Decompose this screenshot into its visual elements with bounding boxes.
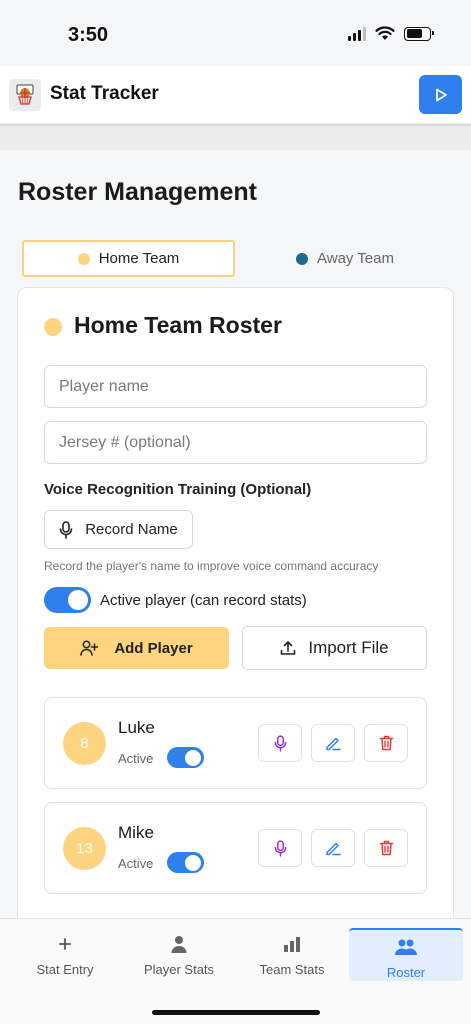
player-card: 13 Mike Active xyxy=(44,802,427,894)
status-time: 3:50 xyxy=(68,24,109,46)
delete-player-button[interactable] xyxy=(364,829,408,867)
nav-roster[interactable]: Roster xyxy=(349,928,463,981)
pencil-icon xyxy=(326,842,341,856)
active-player-label: Active player (can record stats) xyxy=(100,592,307,609)
people-icon xyxy=(395,937,417,957)
wifi-icon xyxy=(375,26,395,40)
record-name-label: Record Name xyxy=(85,521,178,538)
person-icon xyxy=(171,934,187,954)
player-name: Mike xyxy=(118,823,154,842)
tab-away-team-label: Away Team xyxy=(317,250,394,267)
player-status: Active xyxy=(118,856,154,871)
active-player-toggle[interactable] xyxy=(44,587,91,613)
microphone-icon xyxy=(59,520,73,539)
bar-chart-icon xyxy=(283,934,301,954)
nav-label: Player Stats xyxy=(143,962,215,977)
home-team-dot xyxy=(77,252,90,265)
roster-title: Home Team Roster xyxy=(74,312,282,338)
status-bar: 3:50 xyxy=(0,0,471,66)
basketball-hoop-icon xyxy=(9,79,41,111)
nav-stat-entry[interactable]: Stat Entry xyxy=(10,919,120,981)
header-subbar xyxy=(0,124,471,150)
add-user-icon xyxy=(80,640,99,656)
player-card: 8 Luke Active xyxy=(44,697,427,789)
edit-player-button[interactable] xyxy=(311,724,355,762)
page-title: Roster Management xyxy=(18,178,257,206)
upload-icon xyxy=(281,641,296,655)
play-button[interactable] xyxy=(419,75,462,114)
record-voice-button[interactable] xyxy=(258,724,302,762)
jersey-number-input[interactable] xyxy=(44,421,427,464)
player-name: Luke xyxy=(118,718,155,737)
record-name-button[interactable]: Record Name xyxy=(44,510,193,549)
home-team-dot xyxy=(44,318,62,336)
plus-icon xyxy=(59,934,71,954)
battery-icon xyxy=(404,26,434,41)
add-player-button[interactable]: Add Player xyxy=(44,627,229,669)
trash-icon xyxy=(379,840,393,856)
nav-label: Team Stats xyxy=(259,962,325,977)
voice-training-label: Voice Recognition Training (Optional) xyxy=(44,481,312,498)
edit-player-button[interactable] xyxy=(311,829,355,867)
player-active-toggle[interactable] xyxy=(167,852,204,873)
tab-away-team[interactable]: Away Team xyxy=(250,240,440,277)
delete-player-button[interactable] xyxy=(364,724,408,762)
pencil-icon xyxy=(326,737,341,751)
tab-home-team[interactable]: Home Team xyxy=(22,240,235,277)
app-header: Stat Tracker xyxy=(0,66,471,124)
import-file-label: Import File xyxy=(308,638,389,657)
app-title: Stat Tracker xyxy=(50,83,159,104)
nav-label: Stat Entry xyxy=(36,962,94,977)
trash-icon xyxy=(379,735,393,751)
player-active-toggle[interactable] xyxy=(167,747,204,768)
nav-player-stats[interactable]: Player Stats xyxy=(124,919,234,981)
microphone-icon xyxy=(274,734,286,752)
player-status: Active xyxy=(118,751,154,766)
nav-label: Roster xyxy=(386,965,426,980)
jersey-number-badge: 13 xyxy=(63,827,106,870)
signal-icon xyxy=(348,26,366,41)
add-player-label: Add Player xyxy=(114,639,193,657)
bottom-nav: Stat Entry Player Stats Team Stats Roste… xyxy=(0,918,471,1024)
away-team-dot xyxy=(296,252,308,265)
microphone-icon xyxy=(274,839,286,857)
status-icons xyxy=(348,26,434,41)
nav-team-stats[interactable]: Team Stats xyxy=(237,919,347,981)
jersey-number-badge: 8 xyxy=(63,722,106,765)
import-file-button[interactable]: Import File xyxy=(242,626,427,670)
voice-hint: Record the player's name to improve voic… xyxy=(44,559,379,573)
tab-home-team-label: Home Team xyxy=(98,250,180,267)
home-indicator xyxy=(152,1010,320,1015)
play-icon xyxy=(435,88,447,101)
player-name-input[interactable] xyxy=(44,365,427,408)
record-voice-button[interactable] xyxy=(258,829,302,867)
